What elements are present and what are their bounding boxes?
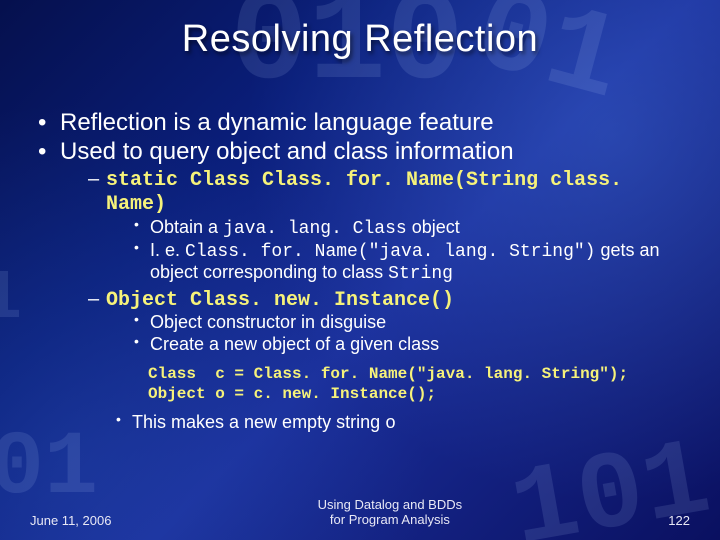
footer-center: Using Datalog and BDDs for Program Analy… (318, 497, 463, 528)
sub-1a-pre: Obtain a (150, 217, 223, 237)
sub-2a: Object constructor in disguise (134, 312, 690, 332)
sub-2: Object Class. new. Instance() Object con… (88, 288, 690, 354)
followup-text: This makes a new empty string (132, 412, 385, 432)
sub-1a-post: object (407, 217, 460, 237)
sub-1a-code: java. lang. Class (223, 219, 407, 239)
sub-1b: I. e. Class. for. Name("java. lang. Stri… (134, 240, 690, 284)
slide-title: Resolving Reflection (0, 18, 720, 61)
footer-center-line1: Using Datalog and BDDs (318, 497, 463, 513)
followup-code: o (385, 414, 396, 434)
slide-body: Reflection is a dynamic language feature… (38, 110, 690, 436)
bullet-2: Used to query object and class informati… (38, 139, 690, 434)
followup-bullet: This makes a new empty string o (116, 412, 690, 434)
sub-2-code: Object Class. new. Instance() (106, 289, 454, 312)
sub-1b-code2: String (388, 264, 453, 284)
sub-1b-pre: I. e. (150, 240, 185, 260)
sub-2b: Create a new object of a given class (134, 334, 690, 354)
footer-center-line2: for Program Analysis (318, 512, 463, 528)
code-block: Class c = Class. for. Name("java. lang. … (148, 364, 690, 404)
footer-date: June 11, 2006 (30, 513, 111, 528)
bullet-2-text: Used to query object and class informati… (60, 138, 514, 165)
sub-1b-code: Class. for. Name("java. lang. String") (185, 242, 595, 262)
footer-page-number: 122 (668, 513, 690, 528)
sub-1a: Obtain a java. lang. Class object (134, 217, 690, 239)
bullet-1: Reflection is a dynamic language feature (38, 110, 690, 137)
slide-footer: June 11, 2006 Using Datalog and BDDs for… (30, 497, 690, 528)
sub-1: static Class Class. for. Name(String cla… (88, 168, 690, 284)
sub-1-code: static Class Class. for. Name(String cla… (106, 169, 622, 216)
